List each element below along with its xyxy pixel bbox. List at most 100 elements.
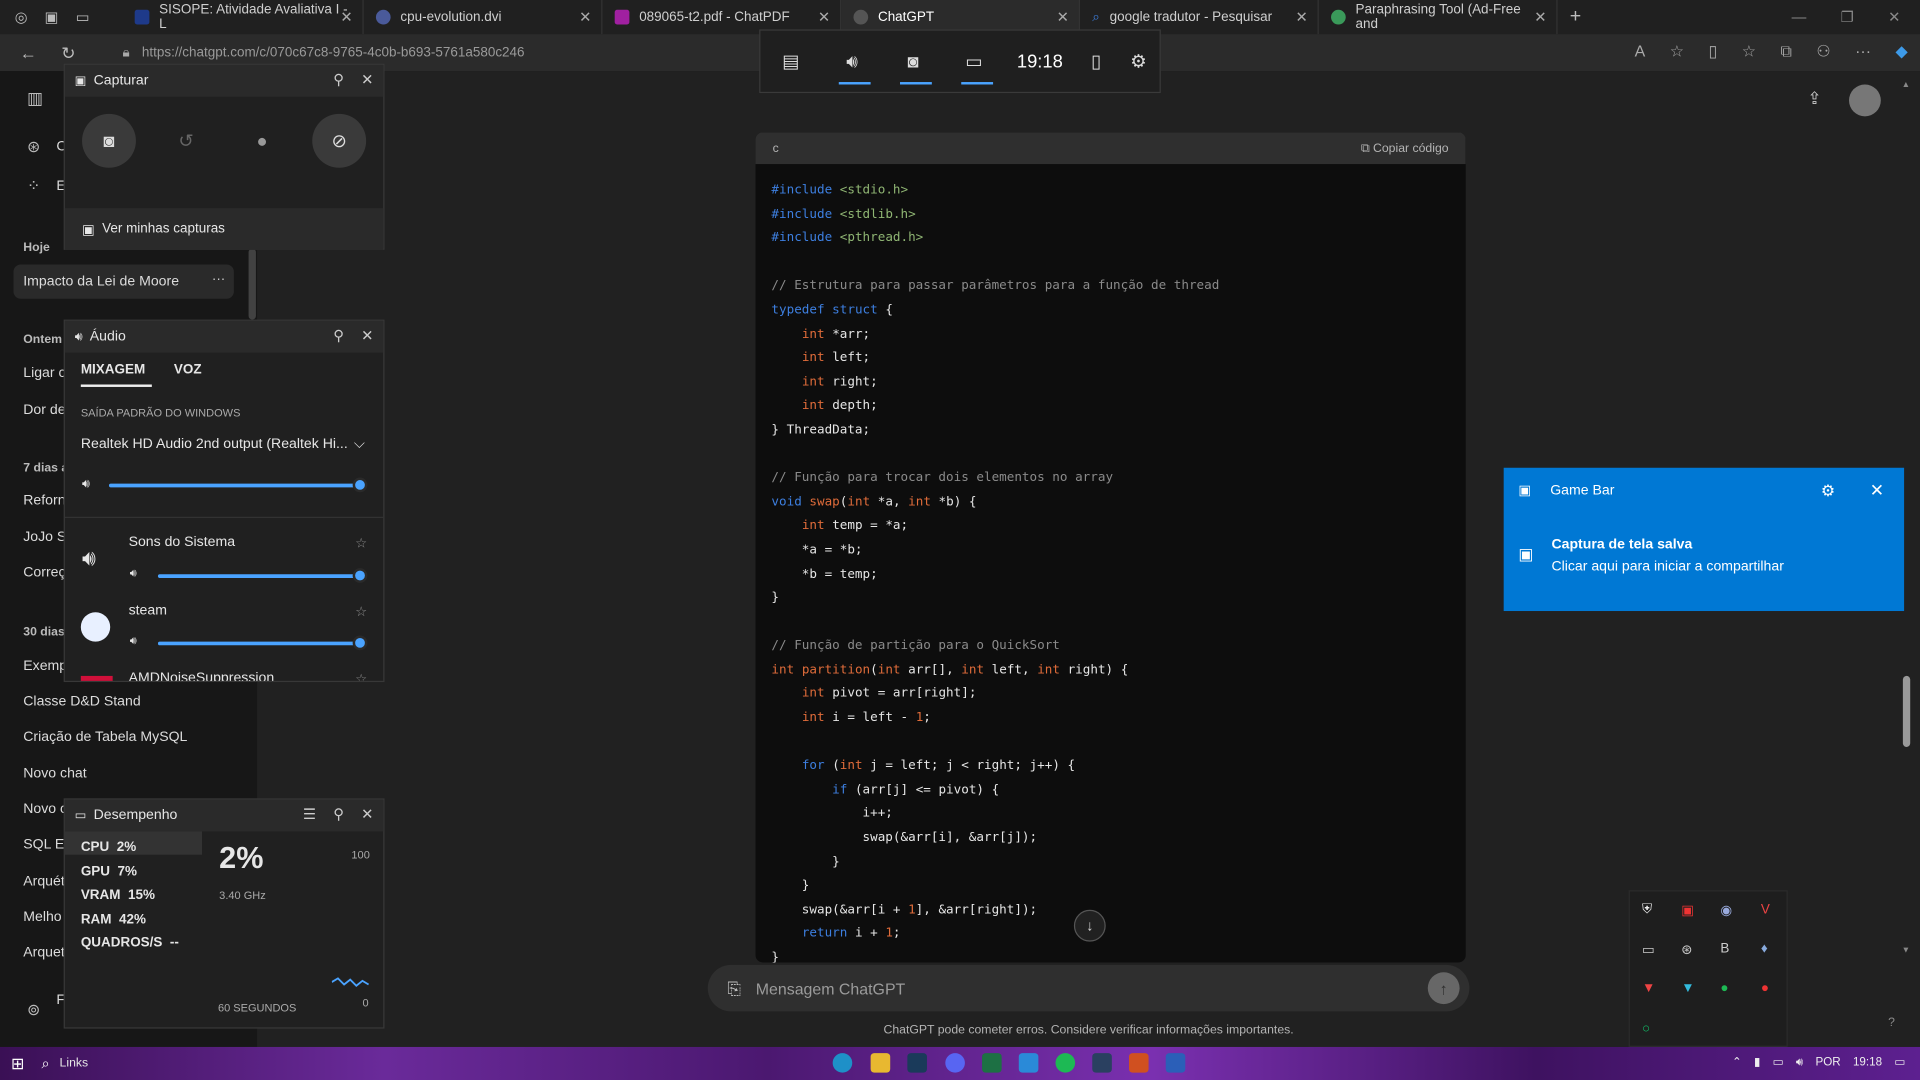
attach-icon[interactable]: ⎘ <box>727 978 741 999</box>
network-icon[interactable]: ▭ <box>1773 1056 1784 1069</box>
b-app-icon[interactable]: B <box>1720 942 1729 957</box>
close-window-icon[interactable]: ✕ <box>1888 9 1900 26</box>
close-tab-icon[interactable]: ✕ <box>1057 9 1069 26</box>
scroll-thumb[interactable] <box>1902 675 1911 747</box>
close-tab-icon[interactable]: ✕ <box>818 9 830 26</box>
shield-icon[interactable]: ⛨ <box>1642 902 1652 918</box>
tab-voz[interactable]: VOZ <box>174 362 202 377</box>
workspaces-icon[interactable]: ▣ <box>45 9 59 26</box>
toggle-sidebar-icon[interactable]: ▥ <box>27 88 43 109</box>
close-tab-icon[interactable]: ✕ <box>340 9 352 26</box>
explorer-taskbar-icon[interactable] <box>870 1053 891 1073</box>
view-captures-link[interactable]: ▣ Ver minhas capturas <box>64 208 384 250</box>
windows-start-icon[interactable]: ⊞ <box>11 1054 24 1074</box>
tab-paraphrasing[interactable]: Paraphrasing Tool (Ad-Free and ✕ <box>1319 0 1558 35</box>
gamebar-capture-icon[interactable]: ◙ <box>883 29 944 93</box>
notifications-icon[interactable]: ▭ <box>1894 1056 1905 1069</box>
volume-icon[interactable]: 🔊︎ <box>1796 1056 1803 1069</box>
close-tab-icon[interactable]: ✕ <box>1534 9 1546 26</box>
edge-taskbar-icon[interactable] <box>832 1053 853 1073</box>
app-volume-knob[interactable] <box>352 635 368 651</box>
gamebar-settings-icon[interactable]: ⚙ <box>1117 29 1159 93</box>
sidebar-scrollbar[interactable] <box>248 248 256 320</box>
output-device-select[interactable]: Realtek HD Audio 2nd output (Realtek Hi.… <box>81 437 348 452</box>
chat-item[interactable]: Correç <box>23 566 65 581</box>
avatar[interactable] <box>1848 84 1881 117</box>
close-tab-icon[interactable]: ✕ <box>579 9 591 26</box>
favorites-icon[interactable]: ☆ <box>1742 42 1756 62</box>
maximize-icon[interactable]: ❐ <box>1841 9 1854 26</box>
upgrade-icon[interactable]: ⊚ <box>27 1000 40 1020</box>
amd-tray-icon[interactable]: ▣ <box>1681 902 1694 919</box>
app-volume-knob[interactable] <box>352 568 368 583</box>
chat-item-lei-moore[interactable]: Impacto da Lei de Moore <box>23 274 179 289</box>
chat-item[interactable]: Reforn <box>23 493 65 508</box>
taskbar-links[interactable]: Links <box>60 1057 89 1070</box>
chat-item[interactable]: Dor de <box>23 403 65 418</box>
code-content[interactable]: #include <stdio.h> #include <stdlib.h> #… <box>756 164 1466 962</box>
favorite-star-icon[interactable]: ☆ <box>1670 42 1684 62</box>
green-app-icon[interactable]: ○ <box>1642 1021 1650 1036</box>
vpn-icon[interactable]: ▼ <box>1681 981 1694 996</box>
app-volume-slider[interactable] <box>157 574 361 578</box>
favorite-star-icon[interactable]: ☆ <box>355 535 367 551</box>
gamebar-audio-icon[interactable]: 🔊︎ <box>821 29 882 93</box>
steam-app-taskbar-icon[interactable] <box>1092 1053 1112 1073</box>
split-screen-icon[interactable]: ▯ <box>1708 42 1717 62</box>
app-taskbar-icon[interactable] <box>1128 1053 1149 1073</box>
tab-cpu-evolution[interactable]: cpu-evolution.dvi ✕ <box>364 0 603 35</box>
refresh-icon[interactable]: ↻ <box>61 42 75 63</box>
pin-icon[interactable]: ⚲ <box>333 71 344 88</box>
back-icon[interactable]: ← <box>20 42 37 63</box>
show-hidden-icons-icon[interactable]: ⌃ <box>1732 1056 1742 1069</box>
chat-item[interactable]: Criação de Tabela MySQL <box>23 730 187 745</box>
chat-item[interactable]: Exemp <box>23 659 67 674</box>
scroll-down-button[interactable]: ↓ <box>1073 909 1106 942</box>
mic-icon[interactable]: ▮ <box>1754 1056 1760 1069</box>
red-pin-icon[interactable]: ▼ <box>1642 981 1655 996</box>
chat-item[interactable]: Classe D&D Stand <box>23 694 140 709</box>
chat-item[interactable]: Arquét <box>23 874 64 889</box>
collections-icon[interactable]: ⧉ <box>1780 42 1791 62</box>
scroll-down-arrow[interactable]: ▼ <box>1902 947 1910 956</box>
gear-icon[interactable]: ⚙ <box>1821 481 1835 501</box>
perf-row-ram[interactable]: RAM 42% <box>81 908 179 932</box>
message-input[interactable]: Mensagem ChatGPT <box>756 979 906 997</box>
chatgpt-tray-icon[interactable]: ⊛ <box>1681 942 1692 958</box>
favorite-star-icon[interactable]: ☆ <box>355 604 367 620</box>
record-last-button[interactable]: ↺ <box>159 114 213 168</box>
perf-row-vram[interactable]: VRAM 15% <box>81 884 179 908</box>
more-menu-icon[interactable]: ··· <box>1855 42 1871 62</box>
favorite-star-icon[interactable]: ☆ <box>355 671 367 681</box>
minimize-icon[interactable]: — <box>1792 9 1807 26</box>
extensions-icon[interactable]: ⚇ <box>1816 42 1830 62</box>
message-composer[interactable]: ⎘ Mensagem ChatGPT ↑ <box>707 964 1470 1012</box>
help-icon[interactable]: ? <box>1888 1016 1895 1029</box>
gamebar-widget-menu-icon[interactable]: ▤ <box>760 29 821 93</box>
spotify-icon[interactable]: ● <box>1720 981 1728 996</box>
perf-row-gpu[interactable]: GPU 7% <box>81 860 179 884</box>
master-volume-knob[interactable] <box>352 477 368 493</box>
discord-taskbar-icon[interactable] <box>945 1053 965 1073</box>
screenshot-button[interactable]: ◙ <box>82 113 136 168</box>
chat-item[interactable]: Novo c <box>23 802 67 817</box>
url-field[interactable]: https://chatgpt.com/c/070c67c8-9765-4c0b… <box>142 45 525 60</box>
gamebar-notification[interactable]: ▣ Game Bar ⚙ ✕ ▣ Captura de tela salva C… <box>1503 467 1905 612</box>
search-icon[interactable]: ⌕ <box>42 1054 50 1072</box>
spotify-taskbar-icon[interactable] <box>1055 1053 1076 1073</box>
gamebar-mouse-icon[interactable]: ▯ <box>1075 29 1117 93</box>
master-volume-slider[interactable] <box>108 483 361 488</box>
chat-item[interactable]: Arquet <box>23 945 64 960</box>
close-icon[interactable]: ✕ <box>361 71 373 88</box>
tab-mixagem[interactable]: MIXAGEM <box>81 362 145 377</box>
perf-row-fps[interactable]: QUADROS/S -- <box>81 932 179 956</box>
copilot-icon[interactable]: ◆ <box>1896 42 1908 62</box>
steam-tray-icon[interactable]: ◉ <box>1720 902 1732 919</box>
valorant-icon[interactable]: V <box>1761 902 1770 917</box>
new-tab-icon[interactable]: + <box>1570 6 1581 28</box>
perf-row-cpu[interactable]: CPU 2% <box>81 836 179 860</box>
options-icon[interactable]: ☰ <box>303 806 316 823</box>
send-button[interactable]: ↑ <box>1427 972 1460 1005</box>
scroll-up-arrow[interactable]: ▲ <box>1902 81 1910 90</box>
close-icon[interactable]: ✕ <box>361 806 373 823</box>
